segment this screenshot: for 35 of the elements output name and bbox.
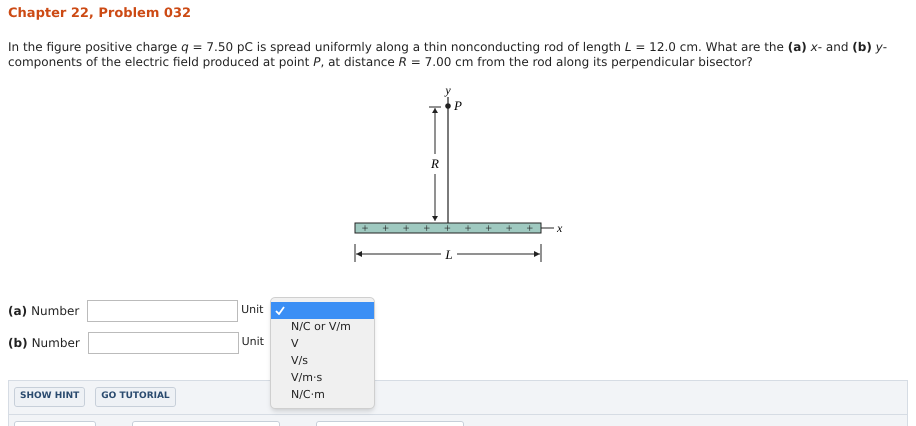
x-axis-label: x — [557, 220, 562, 234]
checkmark-icon — [275, 306, 285, 315]
part-label: (a) — [8, 302, 28, 320]
number-field[interactable] — [88, 332, 239, 354]
plus-sign: + — [444, 220, 451, 234]
plus-sign: + — [382, 220, 389, 234]
menu-item[interactable] — [271, 302, 374, 319]
problem-title: Chapter 22, Problem 032 — [8, 5, 192, 23]
menu-item[interactable]: N/C or V/m — [271, 319, 374, 336]
plus-sign: + — [464, 220, 472, 234]
menu-item[interactable]: V/m·s — [271, 370, 374, 387]
units-label: Unit — [242, 334, 264, 350]
plus-sign: + — [526, 220, 534, 234]
menu-item[interactable]: N/C·m — [271, 387, 374, 404]
plus-sign: + — [423, 220, 430, 234]
plus-sign: + — [485, 220, 492, 234]
point-label: P — [454, 98, 462, 112]
number-label: Number — [32, 334, 81, 352]
number-label: Number — [31, 302, 80, 320]
units-label: Unit — [241, 302, 264, 318]
x-axis-line — [540, 227, 554, 228]
menu-item[interactable]: V/s — [271, 353, 374, 370]
distance-label: R — [431, 156, 439, 170]
question-text: In the figure positive charge q = 7.50 pC is spread uniformly along a thin nonconducting rod of length L = 12.0 cm. What are the (a) x- and (b) y-components of the electric field produced at point P, at distance R = 7.00 cm from the rod along its perpendicular bisector? — [8, 40, 888, 70]
number-field[interactable] — [87, 300, 238, 322]
part-label: (b) — [8, 334, 28, 352]
plus-sign: + — [402, 220, 410, 234]
plus-sign: + — [506, 220, 513, 234]
menu-item[interactable]: V — [271, 336, 374, 353]
point-dot — [445, 102, 451, 108]
action-button[interactable]: GO TUTORIAL — [95, 386, 176, 406]
action-button[interactable]: SHOW HINT — [14, 386, 86, 406]
y-axis-label: y — [445, 84, 451, 96]
plus-sign: + — [362, 220, 368, 234]
length-label: L — [445, 246, 453, 262]
